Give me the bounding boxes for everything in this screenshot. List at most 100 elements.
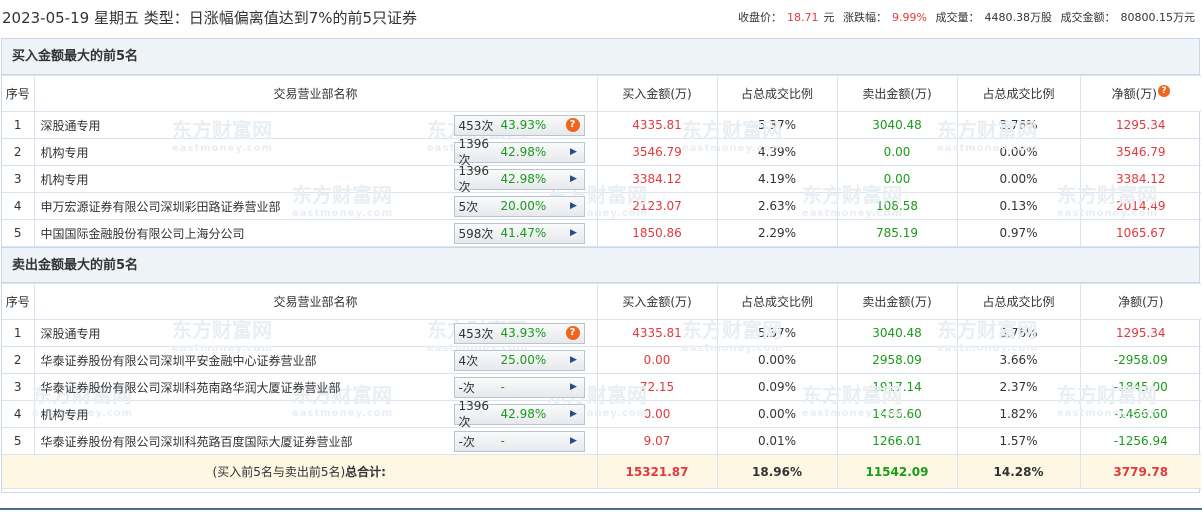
total-label-bold: 总合计: <box>345 465 386 479</box>
broker-name[interactable]: 深股通专用 <box>41 117 101 134</box>
broker-cell: 机构专用 1396次 42.98% ▶ <box>33 399 598 429</box>
sell-amount: 1466.60 <box>836 400 958 428</box>
broker-stats-button[interactable]: 5次 20.00% ▶ <box>453 195 585 217</box>
buy-amount: 0.00 <box>596 400 718 428</box>
col-net: 净额(万) <box>1079 283 1201 320</box>
row-index: 3 <box>2 165 35 193</box>
table-row: 3 机构专用 1396次 42.98% ▶ 3384.12 4.19% 0.00 0.00% 33… <box>2 164 1201 194</box>
table-row: 4 申万宏源证券有限公司深圳彩田路证券营业部 5次 20.00% ▶ 2123.07 2.6… <box>2 192 1201 220</box>
sell-ratio: 3.76% <box>956 111 1081 139</box>
broker-stats-button[interactable]: 1396次 42.98% ▶ <box>453 164 585 194</box>
broker-cell: 中国国际金融股份有限公司上海分公司 598次 41.47% ▶ <box>33 219 598 247</box>
buy-ratio: 0.00% <box>716 400 838 428</box>
broker-stats-button[interactable]: 1396次 42.98% ▶ <box>453 137 585 167</box>
sell-amount: 3040.48 <box>836 319 958 347</box>
win-rate: 20.00% <box>500 199 547 213</box>
sell-ratio: 2.37% <box>956 373 1081 401</box>
broker-stats-button[interactable]: 4次 25.00% ▶ <box>453 349 585 371</box>
play-arrow-icon[interactable]: ▶ <box>568 201 580 211</box>
sell-table: 序号 交易营业部名称 买入金额(万) 占总成交比例 卖出金额(万) 占总成交比例… <box>2 283 1201 489</box>
sell-ratio: 3.76% <box>956 319 1081 347</box>
win-rate: - <box>500 434 505 448</box>
buy-ratio: 0.00% <box>716 346 838 374</box>
play-arrow-icon[interactable]: ▶ <box>568 436 580 446</box>
broker-stats-button[interactable]: 453次 43.93%? <box>453 114 585 136</box>
table-row: 4 机构专用 1396次 42.98% ▶ 0.00 0.00% 1466.60 1.82% -1… <box>2 399 1201 429</box>
question-icon[interactable]: ? <box>565 118 580 132</box>
trade-count: 453次 <box>458 326 494 341</box>
broker-name[interactable]: 深股通专用 <box>41 325 101 342</box>
trade-count: 1396次 <box>458 398 490 429</box>
sell-amount: 3040.48 <box>836 111 958 139</box>
sell-amount: 108.58 <box>836 192 958 220</box>
row-index: 2 <box>2 346 35 374</box>
play-arrow-icon[interactable]: ▶ <box>568 147 580 157</box>
buy-amount: 72.15 <box>596 373 718 401</box>
broker-stats-button[interactable]: 1396次 42.98% ▶ <box>453 399 585 429</box>
broker-name[interactable]: 机构专用 <box>41 171 89 188</box>
sell-ratio: 0.00% <box>956 165 1081 193</box>
trade-count: 598次 <box>458 226 494 241</box>
buy-ratio: 4.19% <box>716 165 838 193</box>
col-buy: 买入金额(万) <box>596 75 718 112</box>
total-label: (买入前5名与卖出前5名)总合计: <box>2 454 598 489</box>
trade-count: 4次 <box>458 353 479 368</box>
table-row: 2 机构专用 1396次 42.98% ▶ 3546.79 4.39% 0.00 0.00% 35… <box>2 137 1201 167</box>
trade-count: 5次 <box>458 199 479 214</box>
sell-table-header: 序号 交易营业部名称 买入金额(万) 占总成交比例 卖出金额(万) 占总成交比例… <box>2 283 1201 320</box>
broker-name[interactable]: 机构专用 <box>41 144 89 161</box>
broker-stats-button[interactable]: -次 - ▶ <box>453 376 585 398</box>
close-unit: 元 <box>823 11 835 24</box>
play-arrow-icon[interactable]: ▶ <box>568 409 580 419</box>
trade-count: -次 <box>458 434 475 449</box>
buy-amount: 0.00 <box>596 346 718 374</box>
question-icon[interactable]: ? <box>565 326 580 340</box>
col-buy-ratio: 占总成交比例 <box>716 283 838 320</box>
broker-stats-button[interactable]: 453次 43.93%? <box>453 322 585 344</box>
question-icon[interactable]: ? <box>1157 85 1170 97</box>
col-sell: 卖出金额(万) <box>836 75 958 112</box>
sell-ratio: 0.00% <box>956 138 1081 166</box>
change-value: 9.99% <box>892 11 927 24</box>
net-amount: -1256.94 <box>1079 427 1201 455</box>
broker-cell: 华泰证券股份有限公司深圳平安金融中心证券营业部 4次 25.00% ▶ <box>33 346 598 374</box>
play-arrow-icon[interactable]: ▶ <box>568 228 580 238</box>
buy-amount: 2123.07 <box>596 192 718 220</box>
trade-count: 1396次 <box>458 163 490 194</box>
play-arrow-icon[interactable]: ▶ <box>568 382 580 392</box>
broker-cell: 机构专用 1396次 42.98% ▶ <box>33 137 598 167</box>
sell-amount: 785.19 <box>836 219 958 247</box>
total-label-prefix: (买入前5名与卖出前5名) <box>212 465 346 479</box>
col-net-label: 净额(万) <box>1111 87 1157 101</box>
buy-table-body: 1 深股通专用 453次 43.93%? 4335.81 5.37% 3040.48 3.76… <box>2 111 1201 247</box>
broker-name[interactable]: 华泰证券股份有限公司深圳科苑路百度国际大厦证券营业部 <box>41 433 353 450</box>
buy-amount: 3384.12 <box>596 165 718 193</box>
buy-ratio: 5.37% <box>716 111 838 139</box>
broker-name[interactable]: 机构专用 <box>41 406 89 423</box>
net-amount: 1295.34 <box>1079 319 1201 347</box>
buy-table-header: 序号 交易营业部名称 买入金额(万) 占总成交比例 卖出金额(万) 占总成交比例… <box>2 75 1201 112</box>
buy-ratio: 5.37% <box>716 319 838 347</box>
buy-amount: 9.07 <box>596 427 718 455</box>
play-arrow-icon[interactable]: ▶ <box>568 174 580 184</box>
broker-stats-button[interactable]: 598次 41.47% ▶ <box>453 222 585 244</box>
net-amount: 3384.12 <box>1079 165 1201 193</box>
play-arrow-icon[interactable]: ▶ <box>568 355 580 365</box>
net-amount: -2958.09 <box>1079 346 1201 374</box>
buy-ratio: 4.39% <box>716 138 838 166</box>
col-name: 交易营业部名称 <box>33 75 598 112</box>
broker-cell: 深股通专用 453次 43.93%? <box>33 111 598 139</box>
win-rate: 25.00% <box>500 353 547 367</box>
table-row: 2 华泰证券股份有限公司深圳平安金融中心证券营业部 4次 25.00% ▶ 0.00 0.0… <box>2 346 1201 374</box>
table-row: 1 深股通专用 453次 43.93%? 4335.81 5.37% 3040.48 3.76… <box>2 319 1201 347</box>
amount-value: 80800.15万元 <box>1120 11 1196 24</box>
win-rate: 41.47% <box>500 226 547 240</box>
col-sell-ratio: 占总成交比例 <box>956 283 1081 320</box>
broker-name[interactable]: 申万宏源证券有限公司深圳彩田路证券营业部 <box>41 198 281 215</box>
broker-stats-button[interactable]: -次 - ▶ <box>453 430 585 452</box>
buy-table: 序号 交易营业部名称 买入金额(万) 占总成交比例 卖出金额(万) 占总成交比例… <box>2 75 1201 247</box>
broker-name[interactable]: 华泰证券股份有限公司深圳科苑南路华润大厦证券营业部 <box>41 379 341 396</box>
broker-name[interactable]: 华泰证券股份有限公司深圳平安金融中心证券营业部 <box>41 352 317 369</box>
col-net: 净额(万)? <box>1079 75 1201 112</box>
broker-name[interactable]: 中国国际金融股份有限公司上海分公司 <box>41 225 245 242</box>
